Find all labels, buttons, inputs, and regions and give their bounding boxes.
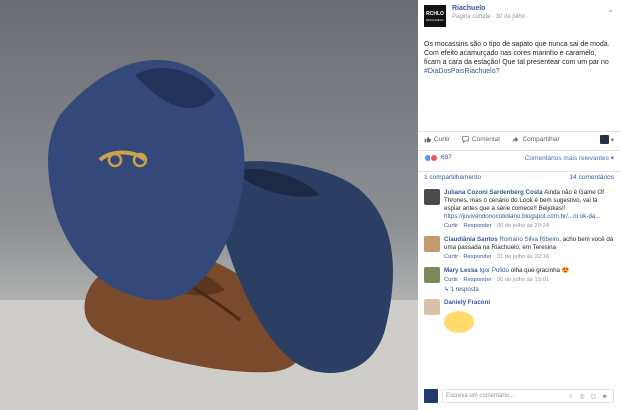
- love-reaction-icon: [430, 153, 438, 162]
- facebook-photo-viewer: RCHLO RIACHUELO Riachuelo Página curtida…: [0, 0, 620, 410]
- comment-item: Juliana Cozoni Sardenberg Costa Ainda nã…: [418, 189, 620, 230]
- chevron-down-icon[interactable]: ⌄: [607, 5, 614, 14]
- mention-link[interactable]: Romario Silva Ribeiro: [499, 236, 559, 243]
- comment-body: Juliana Cozoni Sardenberg Costa Ainda nã…: [444, 189, 614, 230]
- comment-item: Mary Lessa Igor Pulido olha que gracinha…: [418, 267, 620, 284]
- comment-like-link[interactable]: Curtir: [444, 254, 458, 260]
- avatar[interactable]: [424, 299, 440, 315]
- post-hashtag[interactable]: #DiaDosPaisRiachuelo?: [424, 68, 500, 75]
- comment-item: Daniely Fraconi: [418, 299, 620, 333]
- post-as-selector[interactable]: ▾: [599, 135, 614, 144]
- logo-subtext: RIACHUELO: [426, 17, 444, 22]
- comment-link[interactable]: https://juvivendonocotidiano.blogspot.co…: [444, 213, 601, 220]
- comment-time: · 30 de julho às 15:01: [491, 277, 550, 283]
- reaction-count[interactable]: 697: [441, 154, 452, 161]
- avatar[interactable]: [424, 267, 440, 283]
- comment-icon: [462, 136, 469, 143]
- comment-placeholder: Escreva um comentário...: [446, 393, 515, 399]
- comment-button[interactable]: Comentar: [462, 136, 501, 143]
- comment-composer: Escreva um comentário... ☺ ◎ ▢ ☻: [418, 388, 620, 404]
- post-header: RCHLO RIACHUELO Riachuelo Página curtida…: [418, 0, 620, 34]
- page-avatar[interactable]: RCHLO RIACHUELO: [424, 5, 446, 27]
- like-label: Curtir: [434, 136, 450, 143]
- loafers-image: [0, 59, 418, 410]
- comment-reply-link[interactable]: Responder: [463, 277, 491, 283]
- post-text: Os mocassins são o tipo de sapato que nu…: [418, 34, 620, 94]
- sticker-image: [444, 311, 474, 333]
- comment-reply-link[interactable]: Responder: [463, 254, 491, 260]
- comment-sort-dropdown[interactable]: Comentários mais relevantes ▾: [525, 154, 614, 162]
- action-bar: Curtir Comentar Compartilhar ▾: [418, 131, 620, 147]
- comment-time: · 30 de julho às 20:24: [491, 223, 550, 229]
- logo-text: RCHLO: [426, 10, 444, 17]
- post-meta: Página curtida · 30 de julho ·: [452, 14, 529, 20]
- header-text: Riachuelo Página curtida · 30 de julho ·: [452, 5, 607, 20]
- comment-like-link[interactable]: Curtir: [444, 223, 458, 229]
- comment-text: olha que gracinha 😍: [509, 267, 570, 274]
- comment-footer: Curtir · Responder · 30 de julho às 20:2…: [444, 223, 550, 229]
- comment-count[interactable]: 14 comentários: [570, 174, 614, 181]
- page-name[interactable]: Riachuelo: [452, 5, 607, 12]
- post-photo[interactable]: [0, 0, 418, 410]
- share-count-bar: 1 compartilhamento 14 comentários: [418, 171, 620, 183]
- comment-footer: Curtir · Responder · 30 de julho às 15:0…: [444, 277, 550, 283]
- commenter-name[interactable]: Daniely Fraconi: [444, 299, 490, 306]
- caret-down-icon: ▾: [610, 136, 614, 144]
- comment-body: Mary Lessa Igor Pulido olha que gracinha…: [444, 267, 614, 284]
- comment-like-link[interactable]: Curtir: [444, 277, 458, 283]
- post-panel: RCHLO RIACHUELO Riachuelo Página curtida…: [418, 0, 620, 410]
- share-count[interactable]: 1 compartilhamento: [424, 174, 481, 181]
- view-replies-link[interactable]: ↳ 1 resposta: [418, 286, 620, 293]
- avatar[interactable]: [424, 236, 440, 252]
- comment-reply-link[interactable]: Responder: [463, 223, 491, 229]
- commenter-name[interactable]: Mary Lessa: [444, 267, 478, 274]
- thumbs-up-icon: [424, 136, 431, 143]
- comment-label: Comentar: [471, 136, 501, 143]
- page-mini-avatar: [599, 135, 609, 144]
- composer-tool-icons[interactable]: ☺ ◎ ▢ ☻: [568, 393, 610, 400]
- composer-avatar: [424, 389, 438, 403]
- reactions-bar: 697 Comentários mais relevantes ▾: [418, 150, 620, 164]
- mention-link[interactable]: Igor Pulido: [479, 267, 509, 274]
- comment-input[interactable]: Escreva um comentário... ☺ ◎ ▢ ☻: [442, 389, 614, 403]
- commenter-name[interactable]: Claudiânia Santos: [444, 236, 498, 243]
- comment-time: · 31 de julho às 22:16: [491, 254, 550, 260]
- comment-item: Claudiânia Santos Romario Silva Ribeiro,…: [418, 236, 620, 261]
- avatar[interactable]: [424, 189, 440, 205]
- share-label: Compartilhar: [522, 136, 560, 143]
- comments-list: Juliana Cozoni Sardenberg Costa Ainda nã…: [418, 189, 620, 339]
- commenter-name[interactable]: Juliana Cozoni Sardenberg Costa: [444, 189, 543, 196]
- comment-body: Daniely Fraconi: [444, 299, 614, 333]
- comment-body: Claudiânia Santos Romario Silva Ribeiro,…: [444, 236, 614, 261]
- comment-footer: Curtir · Responder · 31 de julho às 22:1…: [444, 254, 550, 260]
- like-button[interactable]: Curtir: [424, 136, 450, 143]
- post-body: Os mocassins são o tipo de sapato que nu…: [424, 41, 610, 66]
- share-button[interactable]: Compartilhar: [512, 136, 560, 143]
- share-icon: [513, 136, 519, 143]
